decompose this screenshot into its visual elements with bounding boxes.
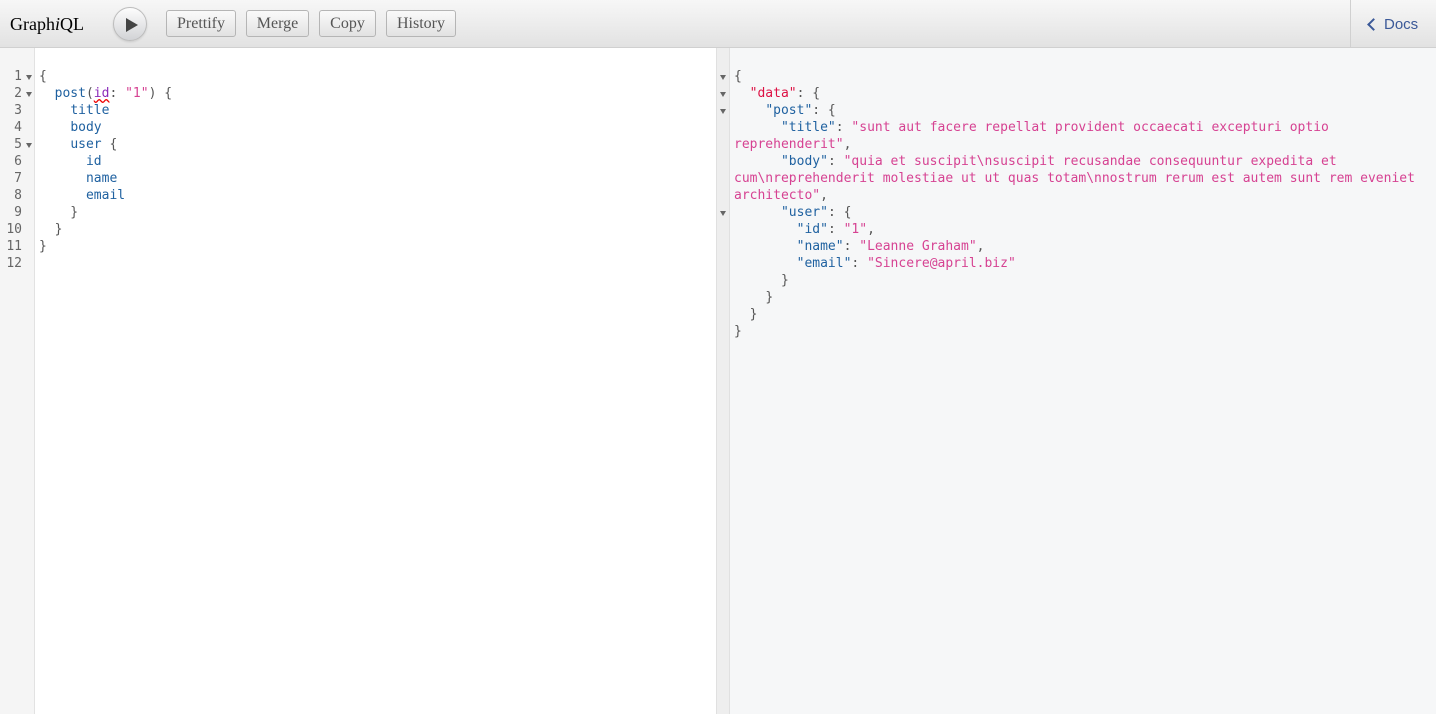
line-number: 6 <box>14 154 22 169</box>
result-json: { "data": { "post": { "title": "sunt aut… <box>734 69 1423 339</box>
line-number: 7 <box>14 171 22 186</box>
docs-button[interactable]: Docs <box>1350 0 1436 48</box>
fold-arrow-icon[interactable] <box>720 75 726 80</box>
copy-button[interactable]: Copy <box>319 10 376 37</box>
fold-arrow-icon[interactable] <box>720 92 726 97</box>
line-number: 8 <box>14 188 22 203</box>
line-number: 9 <box>14 205 22 220</box>
fold-arrow-icon[interactable] <box>26 75 32 80</box>
app-title: GraphiQL <box>10 14 84 34</box>
fold-arrow-icon[interactable] <box>720 211 726 216</box>
result-viewer: { "data": { "post": { "title": "sunt aut… <box>720 48 1436 714</box>
merge-button[interactable]: Merge <box>246 10 309 37</box>
history-button[interactable]: History <box>386 10 456 37</box>
fold-arrow-icon[interactable] <box>26 92 32 97</box>
docs-label: Docs <box>1384 16 1419 33</box>
fold-arrow-icon[interactable] <box>720 109 726 114</box>
prettify-button[interactable]: Prettify <box>166 10 236 37</box>
line-number: 12 <box>6 256 22 271</box>
query-editor[interactable]: 1 2 3 4 5 6 7 8 9 10 11 12 { post(id: "1… <box>0 48 716 714</box>
line-number: 1 <box>14 69 22 84</box>
line-number: 5 <box>14 137 22 152</box>
query-code[interactable]: { post(id: "1") { title body user { id n… <box>39 68 172 255</box>
toolbar: GraphiQL Prettify Merge Copy History Doc… <box>0 0 1436 48</box>
execute-query-button[interactable] <box>113 7 147 41</box>
line-number-gutter: 1 2 3 4 5 6 7 8 9 10 11 12 <box>0 48 35 714</box>
fold-arrow-icon[interactable] <box>26 143 32 148</box>
play-icon <box>126 18 138 32</box>
line-number: 10 <box>6 222 22 237</box>
line-number: 11 <box>6 239 22 254</box>
pane-divider[interactable] <box>716 48 730 714</box>
line-number: 4 <box>14 120 22 135</box>
line-number: 3 <box>14 103 22 118</box>
chevron-left-icon <box>1367 18 1380 31</box>
line-number: 2 <box>14 86 22 101</box>
